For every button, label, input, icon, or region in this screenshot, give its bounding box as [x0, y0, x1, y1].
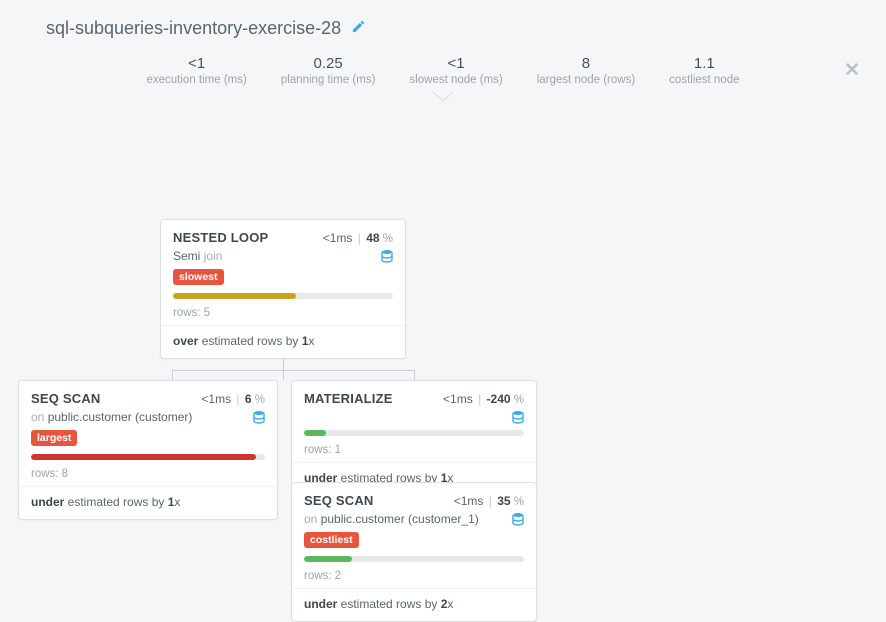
row-count: rows: 5 [161, 303, 405, 326]
node-percent: 48 [366, 231, 379, 245]
node-metrics: <1ms | -240 % [443, 392, 524, 406]
percent-unit: % [252, 394, 265, 406]
metric-separator: | [236, 392, 239, 406]
percent-unit: % [511, 394, 524, 406]
stat-label: slowest node (ms) [409, 74, 502, 86]
node-percent: -240 [487, 392, 511, 406]
percent-unit: % [380, 233, 393, 245]
join-word: join [204, 249, 223, 263]
metric-separator: | [358, 231, 361, 245]
node-subtitle: on public.customer (customer_1) [292, 512, 536, 530]
scan-target: public.customer (customer) [48, 410, 193, 424]
stat-costliest-node: 1.1 costliest node [669, 55, 739, 86]
stat-execution-time: <1 execution time (ms) [146, 55, 246, 86]
node-subtitle: Semi join [161, 249, 405, 267]
badge-slowest: slowest [173, 269, 224, 285]
edit-icon[interactable] [351, 19, 366, 38]
stat-label: execution time (ms) [146, 74, 246, 86]
cost-bar-fill [304, 556, 352, 562]
node-header: SEQ SCAN <1ms | 6 % [19, 381, 277, 410]
node-header: MATERIALIZE <1ms | -240 % [292, 381, 536, 410]
estimate-direction: over [173, 334, 198, 348]
stat-largest-node: 8 largest node (rows) [537, 55, 635, 86]
database-icon [512, 410, 524, 424]
estimate-direction: under [304, 597, 337, 611]
stat-label: largest node (rows) [537, 74, 635, 86]
node-header: SEQ SCAN <1ms | 35 % [292, 483, 536, 512]
connector-line [172, 370, 415, 371]
connector-line [414, 370, 415, 380]
database-icon [381, 249, 393, 263]
estimate-suffix: x [174, 495, 180, 509]
estimate-mid: estimated rows by [337, 597, 440, 611]
node-title: NESTED LOOP [173, 230, 268, 245]
node-metrics: <1ms | 6 % [201, 392, 265, 406]
estimate-suffix: x [308, 334, 314, 348]
node-title: SEQ SCAN [304, 493, 374, 508]
metric-separator: | [478, 392, 481, 406]
stat-value: 0.25 [281, 55, 376, 72]
node-time: <1ms [201, 392, 231, 406]
stat-value: 8 [537, 55, 635, 72]
cost-bar-fill [173, 293, 296, 299]
scan-target: public.customer (customer_1) [321, 512, 479, 526]
node-time: <1ms [443, 392, 473, 406]
stat-value: 1.1 [669, 55, 739, 72]
close-icon[interactable]: ✕ [844, 59, 860, 82]
stat-value: <1 [146, 55, 246, 72]
node-title: SEQ SCAN [31, 391, 101, 406]
node-header: NESTED LOOP <1ms | 48 % [161, 220, 405, 249]
badge-largest: largest [31, 430, 77, 446]
database-icon [512, 512, 524, 526]
node-title: MATERIALIZE [304, 391, 393, 406]
node-time: <1ms [454, 494, 484, 508]
estimate-line: under estimated rows by 1x [19, 487, 277, 519]
estimate-mid: estimated rows by [64, 495, 167, 509]
plan-node-nested-loop[interactable]: NESTED LOOP <1ms | 48 % Semi join slowes… [160, 219, 406, 359]
badge-costliest: costliest [304, 532, 359, 548]
stat-planning-time: 0.25 planning time (ms) [281, 55, 376, 86]
metric-separator: | [489, 494, 492, 508]
row-count: rows: 1 [292, 440, 536, 463]
cost-bar-fill [304, 430, 326, 436]
estimate-value: 2 [441, 597, 448, 611]
row-count: rows: 8 [19, 464, 277, 487]
node-metrics: <1ms | 48 % [323, 231, 393, 245]
stat-label: planning time (ms) [281, 74, 376, 86]
node-subtitle: on public.customer (customer) [19, 410, 277, 428]
page-header: sql-subqueries-inventory-exercise-28 [0, 0, 886, 49]
stat-slowest-node: <1 slowest node (ms) [409, 55, 502, 86]
estimate-direction: under [31, 495, 64, 509]
cost-bar-fill [31, 454, 256, 460]
plan-node-seq-scan-customer-1[interactable]: SEQ SCAN <1ms | 35 % on public.customer … [291, 482, 537, 622]
plan-node-materialize[interactable]: MATERIALIZE <1ms | -240 % rows: 1 under … [291, 380, 537, 496]
estimate-line: under estimated rows by 2x [292, 589, 536, 621]
plan-node-seq-scan-customer[interactable]: SEQ SCAN <1ms | 6 % on public.customer (… [18, 380, 278, 520]
database-icon [253, 410, 265, 424]
cost-bar [304, 430, 524, 436]
node-percent: 35 [497, 494, 510, 508]
node-metrics: <1ms | 35 % [454, 494, 524, 508]
join-type: Semi [173, 249, 200, 263]
percent-unit: % [511, 496, 524, 508]
connector-line [172, 370, 173, 380]
estimate-suffix: x [447, 597, 453, 611]
estimate-mid: estimated rows by [198, 334, 301, 348]
cost-bar [173, 293, 393, 299]
page-title: sql-subqueries-inventory-exercise-28 [46, 18, 341, 39]
cost-bar [31, 454, 265, 460]
stats-notch-icon [432, 91, 454, 103]
cost-bar [304, 556, 524, 562]
stat-value: <1 [409, 55, 502, 72]
on-label: on [304, 512, 321, 526]
node-percent: 6 [245, 392, 252, 406]
estimate-line: over estimated rows by 1x [161, 326, 405, 358]
node-subtitle [292, 410, 536, 428]
row-count: rows: 2 [292, 566, 536, 589]
stat-label: costliest node [669, 74, 739, 86]
plan-canvas: NESTED LOOP <1ms | 48 % Semi join slowes… [0, 106, 886, 526]
on-label: on [31, 410, 48, 424]
node-time: <1ms [323, 231, 353, 245]
